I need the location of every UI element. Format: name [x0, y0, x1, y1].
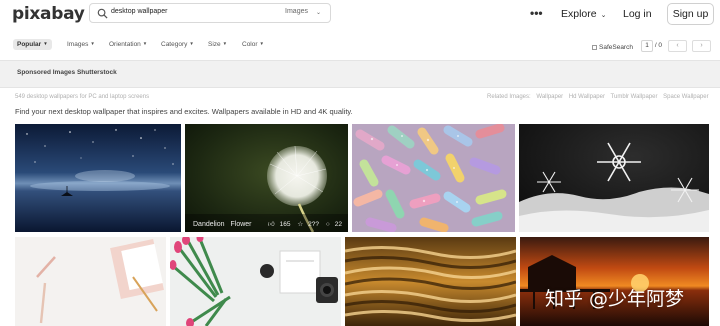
filter-popular[interactable]: Popular ▼	[13, 39, 52, 50]
capsules-photo	[352, 124, 515, 232]
caret-down-icon: ▼	[189, 41, 194, 46]
filter-color[interactable]: Color ▼	[242, 41, 264, 48]
pagination: 1 / 0	[641, 40, 662, 52]
prev-page-button[interactable]: ‹	[668, 40, 687, 52]
related-tag[interactable]: Wallpaper	[536, 94, 563, 100]
image-sunset-pier[interactable]	[520, 237, 709, 326]
dandelion-photo	[185, 124, 348, 232]
filter-label: Color	[242, 41, 258, 48]
filter-category[interactable]: Category ▼	[161, 41, 194, 48]
filter-bar: Popular ▼ Images ▼ Orientation ▼ Category ▼ …	[0, 36, 720, 58]
result-count: 549 desktop wallpapers for PC and laptop…	[15, 94, 150, 100]
image-tags: Dandelion Flower	[193, 221, 256, 228]
page-total: / 0	[654, 42, 663, 49]
zhihu-watermark: 知乎 @少年阿梦	[545, 288, 685, 310]
pixabay-logo[interactable]: pixabay	[12, 4, 85, 24]
caret-down-icon: ▼	[90, 41, 95, 46]
sunset-pier-photo	[520, 237, 709, 326]
like-button[interactable]: 👍︎ 165	[268, 221, 291, 228]
filter-label: Size	[208, 41, 221, 48]
image-dandelion[interactable]: Dandelion Flower 👍︎ 165 ☆ 2?? ○ 22	[185, 124, 348, 232]
image-starry-night[interactable]	[15, 124, 181, 232]
related-tag[interactable]: Space Wallpaper	[663, 94, 708, 100]
caret-down-icon: ▼	[222, 41, 228, 46]
filter-label: Orientation	[109, 41, 141, 48]
snowflakes-photo	[519, 124, 709, 232]
favorite-button[interactable]: ☆ 2??	[297, 221, 319, 228]
filter-label: Images	[67, 41, 89, 48]
tulips-desk-photo	[170, 237, 341, 326]
filter-label: Category	[161, 41, 188, 48]
filter-orientation[interactable]: Orientation ▼	[109, 41, 147, 48]
sponsored-banner: Sponsored Images Shutterstock	[0, 60, 720, 88]
related-tag[interactable]: Hd Wallpaper	[569, 94, 605, 100]
stationery-photo	[15, 237, 166, 326]
image-stats: 👍︎ 165 ☆ 2?? ○ 22	[263, 220, 342, 228]
explore-menu[interactable]: Explore ⌄	[561, 8, 606, 20]
caret-down-icon: ▼	[259, 41, 265, 46]
golden-water-photo	[345, 237, 516, 326]
top-navigation: pixabay desktop wallpaper Images ⌄ ••• E…	[0, 0, 720, 32]
search-input[interactable]: desktop wallpaper	[111, 8, 167, 15]
related-label: Related Images:	[487, 94, 531, 100]
next-page-button[interactable]: ›	[692, 40, 711, 52]
image-snowflakes[interactable]	[519, 124, 709, 232]
chevron-down-icon: ⌄	[600, 12, 607, 19]
comment-count: 22	[334, 221, 342, 228]
image-tag[interactable]: Flower	[230, 221, 251, 228]
search-icon	[97, 8, 108, 19]
signup-button[interactable]: Sign up	[667, 3, 714, 25]
sponsored-label: Sponsored Images Shutterstock	[17, 69, 117, 76]
page-number-input[interactable]: 1	[641, 40, 653, 52]
image-tag[interactable]: Dandelion	[193, 221, 225, 228]
image-capsules[interactable]	[352, 124, 515, 232]
login-link[interactable]: Log in	[623, 8, 652, 20]
safesearch-label: SafeSearch	[599, 44, 633, 51]
filter-images[interactable]: Images ▼	[67, 41, 95, 48]
comment-button[interactable]: ○ 22	[326, 221, 342, 228]
starry-night-photo	[15, 124, 181, 232]
like-count: 165	[279, 221, 291, 228]
related-images: Related Images: Wallpaper Hd Wallpaper T…	[487, 94, 713, 100]
image-golden-water[interactable]	[345, 237, 516, 326]
chevron-down-icon: ⌄	[315, 10, 321, 16]
search-bar[interactable]: desktop wallpaper Images ⌄	[89, 3, 331, 23]
page-description: Find your next desktop wallpaper that in…	[15, 107, 353, 116]
filter-size[interactable]: Size ▼	[208, 41, 227, 48]
related-tag[interactable]: Tumblr Wallpaper	[611, 94, 658, 100]
caret-down-icon: ▼	[43, 41, 48, 46]
checkbox-icon	[592, 44, 597, 50]
search-type-select[interactable]: Images	[285, 8, 308, 15]
image-stationery[interactable]	[15, 237, 166, 326]
filter-label: Popular	[17, 41, 42, 48]
image-tulips-desk[interactable]	[170, 237, 341, 326]
favorite-count: 2??	[308, 221, 320, 228]
more-options-icon[interactable]: •••	[530, 6, 543, 20]
caret-down-icon: ▼	[142, 41, 148, 46]
safesearch-toggle[interactable]: SafeSearch	[592, 44, 633, 51]
explore-label: Explore	[561, 8, 597, 20]
